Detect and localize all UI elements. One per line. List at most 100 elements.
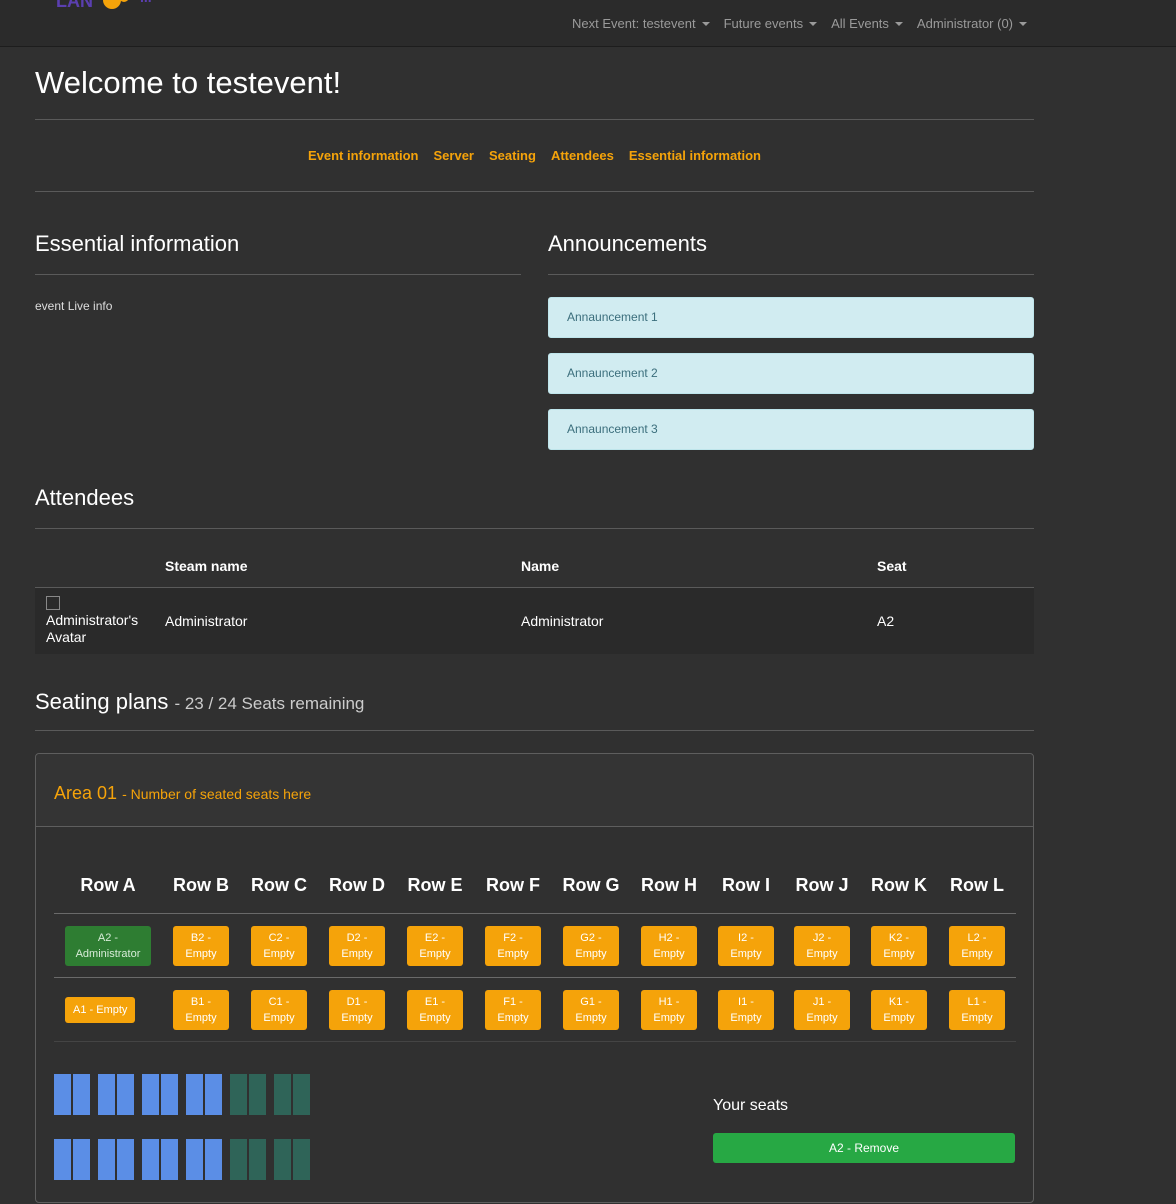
seat-button[interactable]: E2 - Empty bbox=[407, 925, 463, 966]
seat-block bbox=[98, 1139, 134, 1180]
seat-bar bbox=[117, 1139, 134, 1180]
seat-button[interactable]: G1 - Empty bbox=[563, 989, 619, 1030]
seat-cell: A1 - Empty bbox=[54, 996, 162, 1023]
essential-info-section: Essential information event Live info bbox=[35, 232, 521, 450]
seat-button[interactable]: L2 - Empty bbox=[949, 925, 1005, 966]
seat-button[interactable]: J2 - Empty bbox=[794, 925, 850, 966]
essential-info-title: Essential information bbox=[35, 231, 240, 256]
seat-bar bbox=[98, 1139, 115, 1180]
seating-title-text: Seating plans bbox=[35, 689, 169, 714]
seating-title: Seating plans - 23 / 24 Seats remaining bbox=[35, 690, 1034, 714]
nav-future-events[interactable]: Future events bbox=[724, 16, 818, 31]
seat-bar bbox=[161, 1074, 178, 1115]
seat-button[interactable]: I1 - Empty bbox=[718, 989, 774, 1030]
divider bbox=[35, 191, 1034, 192]
seat-cell: C2 - Empty bbox=[240, 925, 318, 966]
seat-block bbox=[230, 1139, 266, 1180]
seat-map-preview bbox=[54, 1074, 310, 1204]
remove-seat-button[interactable]: A2 - Remove bbox=[713, 1133, 1015, 1163]
nav-menu: Next Event: testevent Future events All … bbox=[572, 16, 1027, 31]
seat-block bbox=[142, 1139, 178, 1180]
seat-button[interactable]: B1 - Empty bbox=[173, 989, 229, 1030]
seat-bar bbox=[230, 1074, 247, 1115]
seat-header: Seat bbox=[877, 555, 1034, 588]
main-container: Welcome to testevent! Event information … bbox=[35, 47, 1034, 1203]
seat-bar bbox=[274, 1139, 291, 1180]
page-title: Welcome to testevent! bbox=[35, 65, 342, 100]
seat-taken[interactable]: A2 - Administrator bbox=[65, 925, 151, 966]
seat-button[interactable]: B2 - Empty bbox=[173, 925, 229, 966]
seat-button[interactable]: A1 - Empty bbox=[65, 996, 136, 1023]
seat-block bbox=[186, 1139, 222, 1180]
seat-block bbox=[142, 1074, 178, 1115]
seat-bar bbox=[249, 1139, 266, 1180]
seat-button[interactable]: C2 - Empty bbox=[251, 925, 307, 966]
row-header: Row E bbox=[407, 875, 463, 895]
seat-button[interactable]: I2 - Empty bbox=[718, 925, 774, 966]
seat-button[interactable]: D1 - Empty bbox=[329, 989, 385, 1030]
svg-text:LAN: LAN bbox=[56, 0, 93, 11]
seat-cell: L1 - Empty bbox=[938, 989, 1016, 1030]
seat-bar bbox=[186, 1074, 203, 1115]
seat-cell: F1 - Empty bbox=[474, 989, 552, 1030]
seat-bar bbox=[274, 1074, 291, 1115]
site-logo[interactable]: LAN ... bbox=[52, 0, 182, 18]
row-header: Row I bbox=[722, 875, 770, 895]
seat-button[interactable]: L1 - Empty bbox=[949, 989, 1005, 1030]
announcement-list: Annauncement 1 Annauncement 2 Annaunceme… bbox=[548, 297, 1034, 450]
subnav-attendees[interactable]: Attendees bbox=[551, 148, 614, 163]
row-header: Row K bbox=[871, 875, 927, 895]
seat-button[interactable]: G2 - Empty bbox=[563, 925, 619, 966]
caret-down-icon bbox=[1019, 21, 1027, 26]
seat-button[interactable]: H1 - Empty bbox=[641, 989, 697, 1030]
subnav-essential-information[interactable]: Essential information bbox=[629, 148, 761, 163]
subnav-event-information[interactable]: Event information bbox=[308, 148, 419, 163]
subnav-server[interactable]: Server bbox=[434, 148, 474, 163]
announcements-title: Announcements bbox=[548, 231, 707, 256]
row-header: Row D bbox=[329, 875, 385, 895]
seat-button[interactable]: E1 - Empty bbox=[407, 989, 463, 1030]
attendees-table: Steam name Name Seat Administrator's Ava… bbox=[35, 555, 1034, 654]
seat-button[interactable]: F2 - Empty bbox=[485, 925, 541, 966]
seat-button[interactable]: D2 - Empty bbox=[329, 925, 385, 966]
divider bbox=[35, 528, 1034, 529]
seat-cell: K1 - Empty bbox=[860, 989, 938, 1030]
seat-button[interactable]: C1 - Empty bbox=[251, 989, 307, 1030]
seat-cell: A2 - Administrator bbox=[54, 925, 162, 966]
seat-button[interactable]: K2 - Empty bbox=[871, 925, 927, 966]
area-name: Area 01 bbox=[54, 783, 118, 803]
seat-button[interactable]: K1 - Empty bbox=[871, 989, 927, 1030]
divider bbox=[35, 274, 521, 275]
your-seats-title: Your seats bbox=[713, 1097, 789, 1114]
seat-button[interactable]: J1 - Empty bbox=[794, 989, 850, 1030]
row-headers: Row A Row B Row C Row D Row E Row F Row G Row H… bbox=[54, 858, 1016, 914]
avatar-alt-text: Administrator's Avatar bbox=[46, 612, 139, 646]
subnav-seating[interactable]: Seating bbox=[489, 148, 536, 163]
info-columns: Essential information event Live info An… bbox=[35, 232, 1034, 450]
svg-text:...: ... bbox=[140, 0, 152, 5]
seat-bar bbox=[73, 1139, 90, 1180]
row-header: Row G bbox=[562, 875, 620, 895]
seat-map-row bbox=[54, 1074, 310, 1115]
seat-row: A1 - Empty B1 - Empty C1 - Empty D1 - Empty… bbox=[54, 978, 1016, 1042]
announcements-section: Announcements Annauncement 1 Annauncemen… bbox=[548, 232, 1034, 450]
seat-button[interactable]: F1 - Empty bbox=[485, 989, 541, 1030]
table-row: Administrator's Avatar Administrator Adm… bbox=[35, 587, 1034, 654]
nav-all-events[interactable]: All Events bbox=[831, 16, 903, 31]
seat-cell: D2 - Empty bbox=[318, 925, 396, 966]
seat-cell: I2 - Empty bbox=[708, 925, 784, 966]
seat-button[interactable]: H2 - Empty bbox=[641, 925, 697, 966]
seat-block bbox=[274, 1074, 310, 1115]
nav-future-events-label: Future events bbox=[723, 16, 804, 31]
nav-user-menu[interactable]: Administrator (0) bbox=[917, 16, 1027, 31]
nav-next-event[interactable]: Next Event: testevent bbox=[572, 16, 710, 31]
caret-down-icon bbox=[701, 21, 710, 26]
seats-remaining: - 23 / 24 Seats remaining bbox=[174, 694, 365, 713]
seat-block bbox=[274, 1139, 310, 1180]
seat-grid: Row A Row B Row C Row D Row E Row F Row G Row H… bbox=[54, 858, 1016, 1042]
nav-user-label: Administrator (0) bbox=[916, 16, 1013, 31]
seat-block bbox=[54, 1139, 90, 1180]
seat-bar bbox=[142, 1139, 159, 1180]
seat-cell: B2 - Empty bbox=[162, 925, 240, 966]
divider bbox=[548, 274, 1034, 275]
